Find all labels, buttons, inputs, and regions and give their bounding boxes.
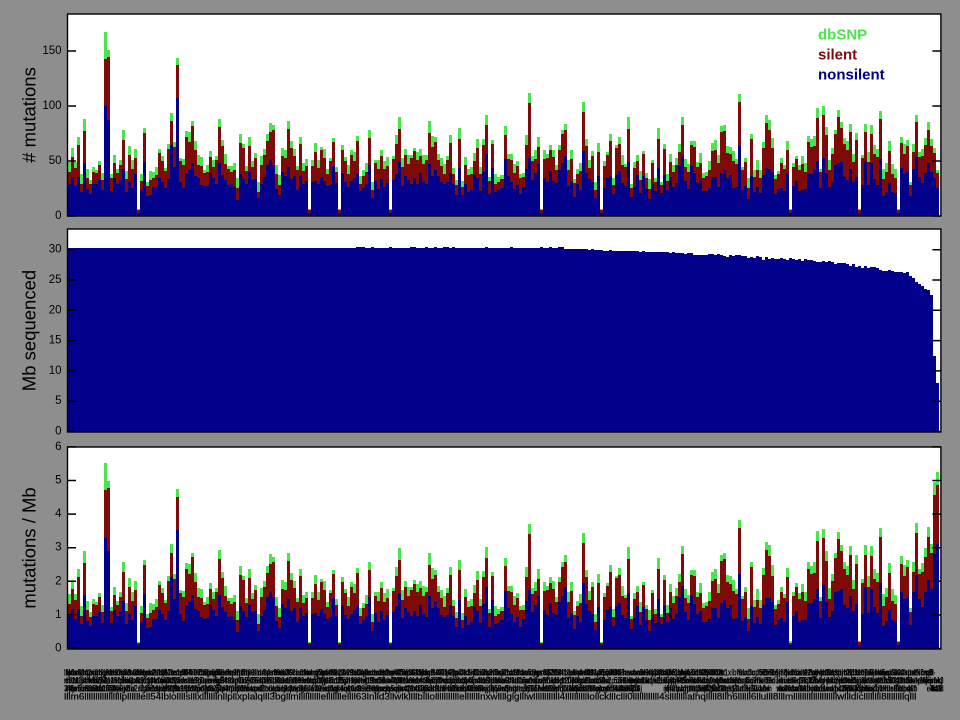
svg-text:0: 0 — [55, 643, 61, 655]
svg-text:5: 5 — [55, 475, 61, 487]
svg-text:0: 0 — [55, 210, 61, 222]
svg-text:5: 5 — [55, 395, 61, 407]
svg-text:# mutations: # mutations — [19, 67, 40, 163]
svg-text:6: 6 — [55, 441, 61, 453]
svg-text:silent: silent — [818, 47, 857, 64]
svg-text:lllm6lllllllllllllllllplllllle: lllm6lllllllllllllllllpllllllell54lbloll… — [64, 692, 941, 702]
svg-text:10: 10 — [49, 365, 62, 377]
svg-text:150: 150 — [42, 45, 61, 57]
svg-text:nonsilent: nonsilent — [818, 67, 885, 84]
svg-text:20: 20 — [49, 304, 62, 316]
svg-text:50: 50 — [49, 155, 62, 167]
svg-text:15: 15 — [49, 335, 62, 347]
svg-text:Mb sequenced: Mb sequenced — [19, 270, 40, 391]
svg-text:3: 3 — [55, 542, 61, 554]
svg-text:mutations / Mb: mutations / Mb — [19, 487, 40, 608]
svg-text:0: 0 — [55, 426, 61, 438]
svg-text:dbSNP: dbSNP — [818, 27, 867, 44]
svg-text:2: 2 — [55, 575, 61, 587]
svg-text:100: 100 — [42, 100, 61, 112]
svg-text:25: 25 — [49, 274, 62, 286]
svg-text:30: 30 — [49, 244, 62, 256]
svg-text:1: 1 — [55, 609, 61, 621]
svg-text:4: 4 — [55, 508, 62, 520]
